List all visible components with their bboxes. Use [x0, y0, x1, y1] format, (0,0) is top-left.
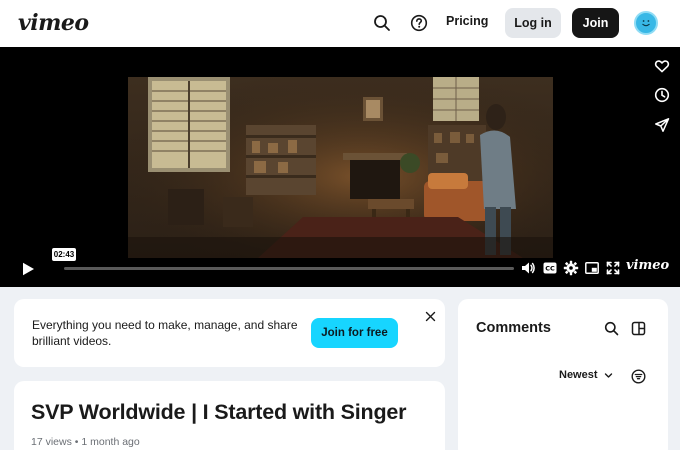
play-icon [23, 262, 34, 276]
panel-layout-icon[interactable] [629, 319, 647, 337]
time-tooltip: 02:43 [52, 248, 76, 261]
avatar[interactable] [634, 11, 658, 35]
promo-banner: Everything you need to make, manage, and… [14, 299, 445, 367]
promo-text: Everything you need to make, manage, and… [32, 318, 298, 348]
fullscreen-icon[interactable] [606, 259, 620, 277]
heart-icon[interactable] [652, 56, 672, 76]
video-frame[interactable] [128, 77, 553, 258]
player-vimeo-logo[interactable]: vimeo [626, 258, 669, 273]
search-icon[interactable] [371, 12, 393, 34]
play-button[interactable] [20, 261, 36, 277]
svg-text:CC: CC [545, 265, 555, 273]
login-button[interactable]: Log in [505, 8, 561, 38]
video-scene [128, 77, 553, 258]
sort-dropdown[interactable]: Newest [559, 369, 613, 381]
pricing-link[interactable]: Pricing [446, 14, 488, 28]
video-info-card: SVP Worldwide | I Started with Singer 17… [14, 381, 445, 450]
volume-icon[interactable] [520, 259, 536, 277]
filter-icon[interactable] [630, 368, 646, 384]
join-button[interactable]: Join [572, 8, 619, 38]
join-free-button[interactable]: Join for free [311, 318, 398, 348]
video-title: SVP Worldwide | I Started with Singer [31, 400, 407, 424]
settings-icon[interactable] [563, 259, 579, 277]
sort-label: Newest [559, 369, 598, 381]
video-meta: 17 views • 1 month ago [31, 436, 140, 448]
comments-title: Comments [476, 320, 551, 336]
pip-icon[interactable] [585, 259, 599, 277]
progress-bar[interactable] [64, 267, 514, 270]
help-icon[interactable] [408, 12, 430, 34]
vimeo-logo[interactable]: vimeo [18, 10, 89, 36]
clock-icon[interactable] [652, 85, 672, 105]
chevron-down-icon [604, 372, 612, 378]
top-header: vimeo Pricing Log in Join [0, 0, 680, 47]
close-icon[interactable] [423, 309, 437, 323]
comments-panel: Comments Newest [458, 299, 668, 450]
video-player[interactable]: 02:43 CC vimeo [0, 47, 680, 287]
smile-icon [642, 20, 650, 27]
send-icon[interactable] [652, 115, 672, 135]
cc-icon[interactable]: CC [543, 259, 557, 277]
comments-search-icon[interactable] [602, 319, 620, 337]
